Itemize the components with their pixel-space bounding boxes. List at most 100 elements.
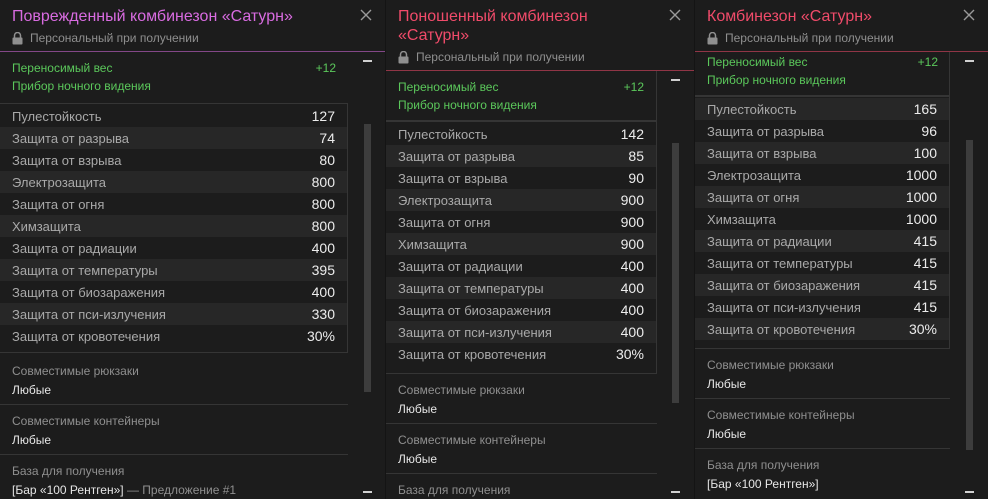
binding-info: Персональный при получении bbox=[12, 31, 199, 45]
close-icon[interactable] bbox=[962, 8, 976, 22]
stat-row: Пулестойкость 165 bbox=[695, 98, 949, 120]
section-value: [Бар «100 Рентген»] — Предложение #1 bbox=[12, 483, 373, 497]
stat-row: Защита от огня 900 bbox=[386, 211, 656, 233]
scrollbar[interactable] bbox=[965, 56, 974, 499]
divider bbox=[0, 404, 348, 405]
minus-icon[interactable] bbox=[363, 60, 372, 62]
section-value: Любые bbox=[398, 402, 438, 416]
stat-label: Защита от пси-излучения bbox=[707, 299, 861, 315]
stat-label: Защита от температуры bbox=[707, 255, 853, 271]
stat-value: 900 bbox=[620, 214, 644, 230]
stat-value: 30% bbox=[615, 346, 644, 362]
bonus-value: +12 bbox=[315, 61, 336, 75]
stat-row: Защита от биозаражения 400 bbox=[386, 299, 656, 321]
section-header: Совместимые контейнеры bbox=[12, 414, 160, 428]
bonus-carry-weight: Переносимый вес +12 bbox=[398, 80, 644, 94]
stat-value: 1000 bbox=[905, 211, 937, 227]
stat-label: Защита от радиации bbox=[707, 233, 832, 249]
stat-row: Защита от огня 1000 bbox=[695, 186, 949, 208]
stat-row: Химзащита 1000 bbox=[695, 208, 949, 230]
header-divider bbox=[0, 51, 385, 52]
stat-value: 74 bbox=[319, 130, 335, 146]
section-value: Любые bbox=[398, 452, 438, 466]
stat-label: Защита от радиации bbox=[398, 258, 523, 274]
lock-icon bbox=[707, 31, 725, 45]
item-title: Комбинезон «Сатурн» bbox=[707, 8, 872, 25]
section-value: Любые bbox=[12, 383, 52, 397]
stat-row: Защита от взрыва 90 bbox=[386, 167, 656, 189]
stat-label: Химзащита bbox=[707, 211, 776, 227]
lock-icon bbox=[398, 50, 416, 64]
stat-label: Защита от пси-излучения bbox=[398, 324, 552, 340]
stat-label: Защита от биозаражения bbox=[398, 302, 552, 318]
base-name: [Бар «100 Рентген»] bbox=[12, 483, 124, 497]
stat-label: Химзащита bbox=[398, 236, 467, 252]
section-value: Любые bbox=[707, 377, 747, 391]
stat-value: 400 bbox=[311, 284, 335, 300]
base-offer: — Предложение #1 bbox=[123, 483, 237, 497]
stat-row: Защита от биозаражения 415 bbox=[695, 274, 949, 296]
stat-row: Пулестойкость 127 bbox=[0, 105, 347, 127]
stat-value: 800 bbox=[311, 196, 335, 212]
divider bbox=[386, 473, 657, 474]
scrollbar-thumb[interactable] bbox=[364, 124, 371, 392]
compatible-containers: Совместимые контейнеры Любые bbox=[398, 433, 682, 466]
stat-label: Защита от температуры bbox=[12, 262, 158, 278]
acquisition-base: База для получения bbox=[398, 483, 682, 497]
bonus-label: Прибор ночного видения bbox=[398, 98, 537, 112]
stat-label: Защита от кровотечения bbox=[707, 321, 856, 337]
stat-value: 127 bbox=[311, 108, 335, 124]
stat-row: Химзащита 800 bbox=[0, 215, 347, 237]
stat-row: Защита от радиации 400 bbox=[0, 237, 347, 259]
stat-value: 400 bbox=[311, 240, 335, 256]
stat-value: 415 bbox=[913, 255, 937, 271]
stat-row: Химзащита 900 bbox=[386, 233, 656, 255]
stat-row: Защита от температуры 395 bbox=[0, 259, 347, 281]
minus-icon[interactable] bbox=[965, 60, 974, 62]
stat-row: Защита от разрыва 85 bbox=[386, 145, 656, 167]
item-tooltip-damaged: Поврежденный комбинезон «Сатурн» Персона… bbox=[0, 0, 385, 499]
bonus-value: +12 bbox=[917, 55, 938, 69]
stat-label: Защита от разрыва bbox=[707, 123, 825, 139]
stat-label: Пулестойкость bbox=[12, 108, 102, 124]
bonus-label: Переносимый вес bbox=[398, 80, 499, 94]
stat-value: 415 bbox=[913, 233, 937, 249]
stat-value: 96 bbox=[921, 123, 937, 139]
stat-value: 400 bbox=[620, 258, 644, 274]
stat-value: 900 bbox=[620, 192, 644, 208]
stat-row: Защита от радиации 415 bbox=[695, 230, 949, 252]
stat-row: Защита от разрыва 96 bbox=[695, 120, 949, 142]
scrollbar[interactable] bbox=[363, 56, 372, 499]
stat-label: Защита от взрыва bbox=[707, 145, 817, 161]
bonus-carry-weight: Переносимый вес +12 bbox=[707, 55, 938, 69]
close-icon[interactable] bbox=[668, 8, 682, 22]
stat-label: Электрозащита bbox=[707, 167, 802, 183]
item-tooltip-normal: Комбинезон «Сатурн» Персональный при пол… bbox=[695, 0, 988, 499]
stat-label: Защита от разрыва bbox=[398, 148, 516, 164]
minus-icon[interactable] bbox=[671, 491, 680, 493]
minus-icon[interactable] bbox=[671, 79, 680, 81]
section-value: [Бар «100 Рентген»] bbox=[707, 477, 819, 491]
minus-icon[interactable] bbox=[965, 491, 974, 493]
stats-table: Пулестойкость 165 Защита от разрыва 96 Защ… bbox=[695, 96, 950, 349]
compatible-backpacks: Совместимые рюкзаки Любые bbox=[398, 383, 682, 416]
section-header: Совместимые рюкзаки bbox=[12, 364, 139, 378]
scrollbar-thumb[interactable] bbox=[672, 143, 679, 403]
section-header: Совместимые контейнеры bbox=[398, 433, 546, 447]
close-icon[interactable] bbox=[359, 8, 373, 22]
stat-value: 900 bbox=[620, 236, 644, 252]
stat-row: Защита от взрыва 100 bbox=[695, 142, 949, 164]
binding-text: Персональный при получении bbox=[416, 50, 585, 64]
stat-value: 142 bbox=[620, 126, 644, 142]
compatible-backpacks: Совместимые рюкзаки Любые bbox=[707, 358, 976, 391]
scrollbar[interactable] bbox=[671, 75, 680, 499]
item-title: Поврежденный комбинезон «Сатурн» bbox=[12, 8, 293, 25]
stat-row: Защита от огня 800 bbox=[0, 193, 347, 215]
stat-value: 90 bbox=[628, 170, 644, 186]
minus-icon[interactable] bbox=[363, 491, 372, 493]
stat-value: 400 bbox=[620, 324, 644, 340]
stat-label: Защита от биозаражения bbox=[12, 284, 166, 300]
stat-row: Электрозащита 900 bbox=[386, 189, 656, 211]
bonus-night-vision: Прибор ночного видения bbox=[398, 98, 644, 112]
scrollbar-thumb[interactable] bbox=[966, 140, 973, 450]
